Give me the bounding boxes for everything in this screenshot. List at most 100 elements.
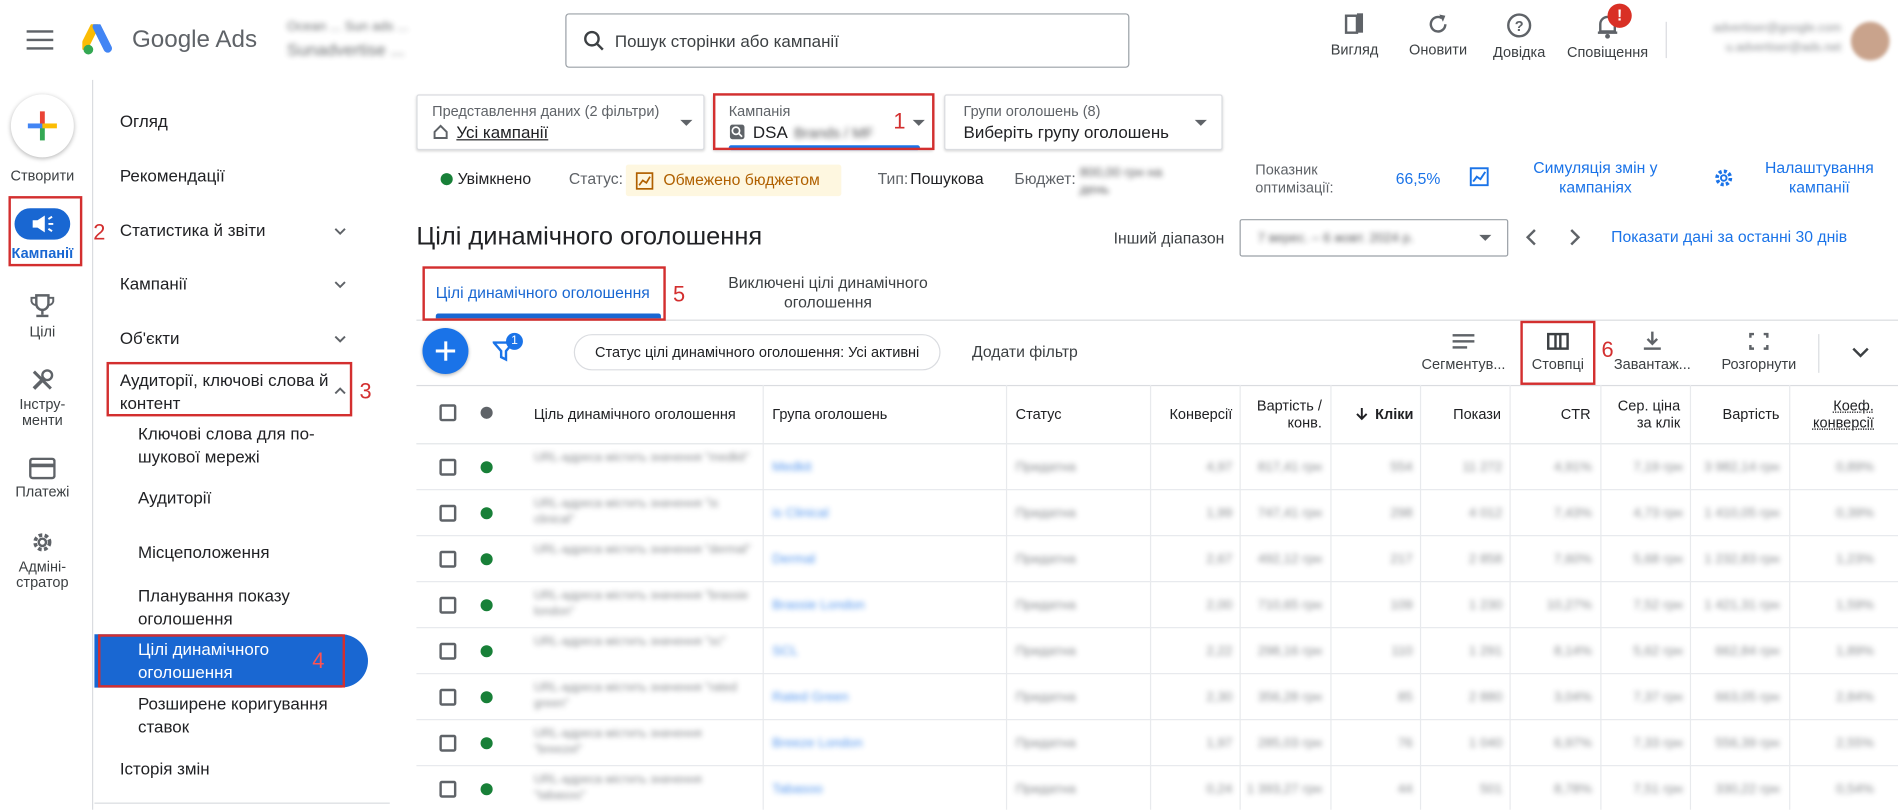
row-checkbox[interactable] — [439, 780, 457, 798]
table-row[interactable]: URL-адреса містить значення "medkit" Medk… — [416, 443, 1898, 489]
col-header-ctr[interactable]: CTR — [1513, 385, 1591, 443]
chevron-down-icon[interactable] — [334, 225, 346, 237]
nav-ad-schedule[interactable]: Планування показу оголошення — [138, 585, 290, 631]
rail-billing[interactable]: Платежі — [0, 457, 85, 500]
chevron-down-icon[interactable] — [1851, 345, 1870, 360]
nav-locations[interactable]: Місцеположення — [138, 541, 270, 564]
annotation-box-dsa-nav — [98, 634, 345, 688]
show-last-30-days-link[interactable]: Показати дані за останні 30 днів — [1611, 228, 1847, 246]
nav-recommendations[interactable]: Рекомендації — [120, 166, 225, 185]
col-header-ad-group[interactable]: Група оголошень — [772, 385, 887, 443]
row-checkbox[interactable] — [439, 734, 457, 752]
campaign-settings-link[interactable]: Налаштування кампанії — [1753, 159, 1886, 198]
table-row[interactable]: URL-адреса містить значення "breezel" Bre… — [416, 719, 1898, 765]
table-row[interactable]: URL-адреса містить значення "tabasoo" Tab… — [416, 765, 1898, 810]
cell-ad-group-link[interactable]: Dermal — [772, 552, 954, 567]
status-badge[interactable]: Обмежено бюджетом — [625, 164, 842, 197]
nav-campaigns[interactable]: Кампанії — [120, 274, 187, 293]
table-cell: 11 272 — [1462, 459, 1503, 475]
add-button[interactable] — [422, 328, 469, 375]
gear-icon — [33, 533, 52, 552]
optimization-value[interactable]: 66,5% — [1396, 169, 1441, 187]
view-button[interactable]: Вигляд — [1316, 7, 1393, 58]
chevron-down-icon[interactable] — [334, 278, 346, 290]
expand-button[interactable]: Розгорнути — [1712, 330, 1806, 373]
home-icon — [433, 124, 448, 139]
row-checkbox[interactable] — [439, 688, 457, 706]
col-header-conversions[interactable]: Конверсії — [1152, 385, 1232, 443]
cell-ad-group-link[interactable]: Tabasoo — [772, 782, 954, 797]
refresh-button[interactable]: Оновити — [1399, 7, 1476, 58]
row-checkbox[interactable] — [439, 596, 457, 614]
col-header-dsa-target[interactable]: Ціль динамічного оголошення — [534, 385, 736, 443]
row-checkbox[interactable] — [439, 504, 457, 522]
simulation-link[interactable]: Симуляція змін у кампаніях — [1518, 159, 1673, 198]
add-filter-button[interactable]: Додати фільтр — [972, 343, 1078, 361]
table-row[interactable]: URL-адреса містить значення "is clinical… — [416, 489, 1898, 535]
segment-button[interactable]: Сегментув... — [1416, 330, 1510, 373]
tab-excluded-dsa-targets[interactable]: Виключені цілі динамічного оголошення — [697, 274, 958, 313]
help-button[interactable]: ? Довідка — [1480, 7, 1557, 61]
nav-overview[interactable]: Огляд — [120, 111, 168, 130]
cell-dsa-target: URL-адреса містить значення "medkit" — [533, 451, 750, 465]
rail-goals[interactable]: Цілі — [0, 293, 85, 340]
col-header-cost[interactable]: Вартість — [1692, 385, 1780, 443]
col-header-impressions[interactable]: Покази — [1424, 385, 1501, 443]
table-row[interactable]: URL-адреса містить значення "dermal" Derm… — [416, 535, 1898, 581]
simulation-icon[interactable] — [1469, 167, 1489, 187]
col-header-conv-rate[interactable]: Коеф. конверсії — [1792, 385, 1874, 443]
table-row[interactable]: URL-адреса містить значення "brassie lon… — [416, 581, 1898, 627]
date-range-picker[interactable]: 7 верес. – 6 жовт. 2024 р. — [1239, 219, 1509, 257]
nav-audiences[interactable]: Аудиторії — [138, 487, 211, 510]
nav-advanced-bid-adjustments[interactable]: Розширене коригування ставок — [138, 692, 328, 738]
cell-ad-group-link[interactable]: Medkit — [772, 460, 954, 475]
enabled-status[interactable]: Увімкнено — [458, 169, 532, 187]
status-label: Статус: — [568, 169, 624, 188]
table-cell: Придатна — [1015, 781, 1076, 797]
nav-assets[interactable]: Об'єкти — [120, 328, 180, 347]
search-box[interactable]: Пошук сторінки або кампанії — [565, 13, 1130, 68]
account-id[interactable]: Sunadvertise ... — [287, 40, 405, 59]
nav-insights-reports[interactable]: Статистика й звіти — [120, 220, 266, 239]
chevron-right-icon[interactable] — [1566, 228, 1583, 247]
avatar[interactable] — [1850, 21, 1890, 61]
cell-dsa-target: URL-адреса містить значення "dermal" — [533, 543, 751, 557]
budget-value[interactable]: 800,00 грн на день — [1080, 165, 1172, 199]
cell-ad-group-link[interactable]: is Clinical — [772, 506, 954, 521]
download-button[interactable]: Завантаж... — [1605, 330, 1699, 373]
col-header-clicks[interactable]: Кліки — [1375, 385, 1413, 443]
table-cell: 1,89% — [1836, 643, 1874, 659]
table-cell: 7,52 грн — [1633, 597, 1683, 613]
table-row[interactable]: URL-адреса містить значення "sc" SCL Прида… — [416, 627, 1898, 673]
cell-ad-group-link[interactable]: Rated Green — [772, 690, 954, 705]
table-cell: 556,39 грн — [1715, 735, 1780, 751]
status-filter-chip[interactable]: Статус цілі динамічного оголошення: Усі … — [573, 334, 941, 371]
table-cell: 0,89% — [1836, 459, 1874, 475]
nav-change-history[interactable]: Історія змін — [120, 759, 210, 778]
create-button[interactable]: Створити — [0, 94, 85, 184]
adgroup-selector[interactable]: Групи оголошень (8) Виберіть групу оголо… — [944, 94, 1223, 151]
gear-icon[interactable] — [1713, 167, 1735, 189]
rail-admin[interactable]: Адміні- стратор — [0, 529, 85, 591]
chevron-down-icon[interactable] — [334, 333, 346, 345]
row-checkbox[interactable] — [439, 642, 457, 660]
menu-icon[interactable] — [26, 30, 54, 50]
chevron-left-icon[interactable] — [1523, 228, 1540, 247]
cell-ad-group-link[interactable]: Breeze London — [772, 736, 954, 751]
select-all-checkbox[interactable] — [439, 404, 457, 422]
table-row[interactable]: URL-адреса містить значення "rated green… — [416, 673, 1898, 719]
user-email-2: u.advertiser@ads.net — [1725, 41, 1842, 55]
col-header-avg-cpc[interactable]: Сер. ціна за клік — [1603, 385, 1680, 443]
row-checkbox[interactable] — [439, 458, 457, 476]
row-checkbox[interactable] — [439, 550, 457, 568]
cell-ad-group-link[interactable]: SCL — [772, 644, 954, 659]
nav-search-keywords[interactable]: Ключові слова для по- шукової мережі — [138, 422, 315, 468]
refresh-label: Оновити — [1409, 41, 1468, 59]
col-header-status[interactable]: Статус — [1016, 385, 1062, 443]
annotation-box-audiences — [106, 361, 353, 417]
col-header-cost-per-conv[interactable]: Вартість / конв. — [1242, 385, 1322, 443]
cell-dsa-target: URL-адреса містить значення "is clinical… — [533, 497, 719, 527]
data-view-selector[interactable]: Представлення даних (2 фільтри) Усі камп… — [416, 94, 705, 151]
cell-ad-group-link[interactable]: Brassie London — [772, 598, 954, 613]
rail-tools[interactable]: Інстру- менти — [0, 367, 85, 429]
